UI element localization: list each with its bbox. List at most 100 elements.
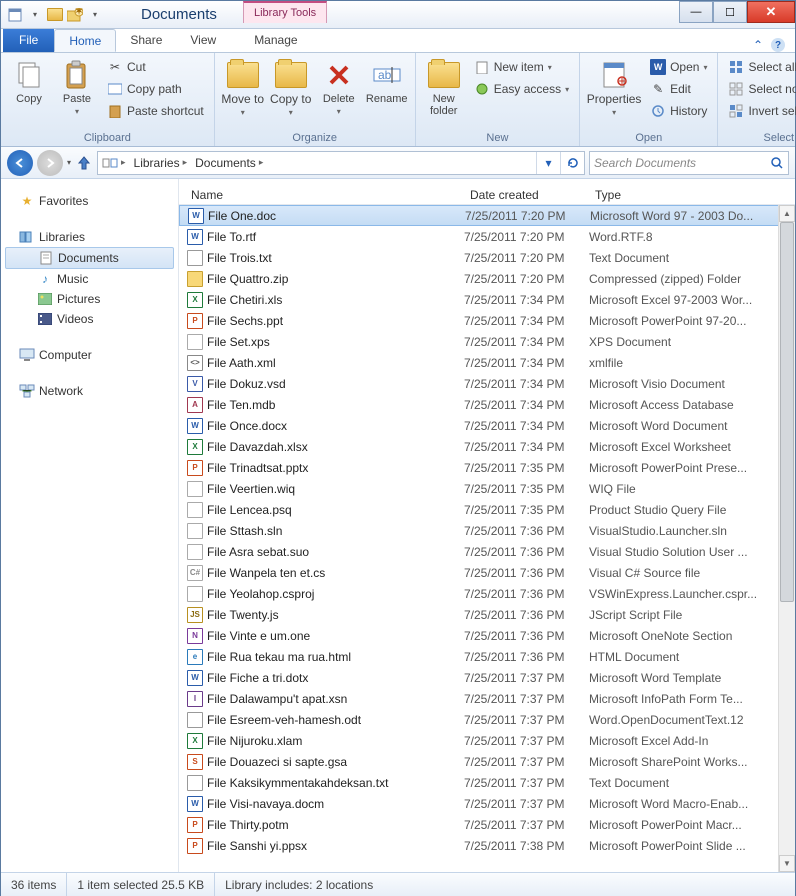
copy-button[interactable]: Copy xyxy=(7,55,51,105)
file-row[interactable]: WFile Fiche a tri.dotx7/25/2011 7:37 PMM… xyxy=(179,667,795,688)
scroll-up-button[interactable]: ▲ xyxy=(779,205,795,222)
file-row[interactable]: File Trois.txt7/25/2011 7:20 PMText Docu… xyxy=(179,247,795,268)
tree-videos[interactable]: Videos xyxy=(1,309,178,329)
col-type[interactable]: Type xyxy=(589,188,795,202)
file-date: 7/25/2011 7:34 PM xyxy=(464,356,589,370)
file-row[interactable]: XFile Davazdah.xlsx7/25/2011 7:34 PMMicr… xyxy=(179,436,795,457)
file-row[interactable]: WFile Visi-navaya.docm7/25/2011 7:37 PMM… xyxy=(179,793,795,814)
select-all-button[interactable]: Select all xyxy=(724,57,796,77)
view-tab[interactable]: View xyxy=(176,29,230,52)
file-row[interactable]: <>File Aath.xml7/25/2011 7:34 PMxmlfile xyxy=(179,352,795,373)
tree-favorites[interactable]: ★Favorites xyxy=(1,191,178,211)
file-row[interactable]: File Lencea.psq7/25/2011 7:35 PMProduct … xyxy=(179,499,795,520)
file-row[interactable]: PFile Thirty.potm7/25/2011 7:37 PMMicros… xyxy=(179,814,795,835)
up-button[interactable] xyxy=(75,152,93,174)
file-row[interactable]: JSFile Twenty.js7/25/2011 7:36 PMJScript… xyxy=(179,604,795,625)
file-row[interactable]: eFile Rua tekau ma rua.html7/25/2011 7:3… xyxy=(179,646,795,667)
search-icon[interactable] xyxy=(770,156,784,170)
help-icon[interactable]: ? xyxy=(771,38,785,52)
file-row[interactable]: PFile Sanshi yi.ppsx7/25/2011 7:38 PMMic… xyxy=(179,835,795,856)
file-row[interactable]: XFile Nijuroku.xlam7/25/2011 7:37 PMMicr… xyxy=(179,730,795,751)
copy-to-button[interactable]: Copy to ▾ xyxy=(269,55,313,118)
easy-access-button[interactable]: Easy access ▾ xyxy=(470,79,573,99)
file-row[interactable]: WFile To.rtf7/25/2011 7:20 PMWord.RTF.8 xyxy=(179,226,795,247)
file-tab[interactable]: File xyxy=(3,29,54,52)
close-button[interactable]: ✕ xyxy=(747,1,795,23)
col-date[interactable]: Date created xyxy=(464,188,589,202)
search-input[interactable]: Search Documents xyxy=(589,151,789,175)
invert-selection-button[interactable]: Invert selection xyxy=(724,101,796,121)
file-row[interactable]: File Veertien.wiq7/25/2011 7:35 PMWIQ Fi… xyxy=(179,478,795,499)
file-row[interactable]: PFile Trinadtsat.pptx7/25/2011 7:35 PMMi… xyxy=(179,457,795,478)
qat-dropdown2-icon[interactable]: ▾ xyxy=(87,7,103,23)
file-list[interactable]: WFile One.doc7/25/2011 7:20 PMMicrosoft … xyxy=(179,205,795,872)
moveto-label: Move to ▾ xyxy=(221,93,265,118)
file-row[interactable]: File Set.xps7/25/2011 7:34 PMXPS Documen… xyxy=(179,331,795,352)
tree-documents[interactable]: Documents xyxy=(5,247,174,269)
file-row[interactable]: File Yeolahop.csproj7/25/2011 7:36 PMVSW… xyxy=(179,583,795,604)
cut-button[interactable]: ✂Cut xyxy=(103,57,208,77)
share-tab[interactable]: Share xyxy=(116,29,176,52)
scroll-thumb[interactable] xyxy=(780,222,794,602)
manage-tab[interactable]: Manage xyxy=(240,29,311,52)
paste-shortcut-button[interactable]: Paste shortcut xyxy=(103,101,208,121)
file-row[interactable]: File Asra sebat.suo7/25/2011 7:36 PMVisu… xyxy=(179,541,795,562)
addr-documents[interactable]: Documents▸ xyxy=(191,152,267,174)
addr-dropdown-icon[interactable]: ▾ xyxy=(536,152,560,174)
col-name[interactable]: Name xyxy=(179,188,464,202)
file-row[interactable]: C#File Wanpela ten et.cs7/25/2011 7:36 P… xyxy=(179,562,795,583)
address-bar[interactable]: ▸ Libraries▸ Documents▸ ▾ xyxy=(97,151,585,175)
file-row[interactable]: SFile Douazeci si sapte.gsa7/25/2011 7:3… xyxy=(179,751,795,772)
open-button[interactable]: WOpen ▾ xyxy=(646,57,711,77)
file-row[interactable]: NFile Vinte e um.one7/25/2011 7:36 PMMic… xyxy=(179,625,795,646)
forward-button[interactable] xyxy=(37,150,63,176)
file-row[interactable]: IFile Dalawampu't apat.xsn7/25/2011 7:37… xyxy=(179,688,795,709)
file-row[interactable]: File Kaksikymmentakahdeksan.txt7/25/2011… xyxy=(179,772,795,793)
file-row[interactable]: WFile One.doc7/25/2011 7:20 PMMicrosoft … xyxy=(179,205,795,226)
minimize-button[interactable]: — xyxy=(679,1,713,23)
qat-dropdown-icon[interactable]: ▾ xyxy=(27,7,43,23)
qat-open-icon[interactable] xyxy=(47,7,63,23)
tree-pictures[interactable]: Pictures xyxy=(1,289,178,309)
history-dropdown-icon[interactable]: ▾ xyxy=(67,158,71,167)
back-button[interactable] xyxy=(7,150,33,176)
edit-button[interactable]: ✎Edit xyxy=(646,79,711,99)
copy-path-button[interactable]: Copy path xyxy=(103,79,208,99)
properties-button[interactable]: Properties▾ xyxy=(586,55,642,118)
qat-newfolder-icon[interactable]: ✶ xyxy=(67,7,83,23)
maximize-button[interactable]: ☐ xyxy=(713,1,747,23)
new-folder-button[interactable]: New folder xyxy=(422,55,466,117)
file-icon xyxy=(187,502,203,518)
file-date: 7/25/2011 7:37 PM xyxy=(464,797,589,811)
paste-button[interactable]: Paste ▾ xyxy=(55,55,99,116)
file-row[interactable]: File Quattro.zip7/25/2011 7:20 PMCompres… xyxy=(179,268,795,289)
file-row[interactable]: File Sttash.sln7/25/2011 7:36 PMVisualSt… xyxy=(179,520,795,541)
tree-network[interactable]: Network xyxy=(1,381,178,401)
scroll-down-button[interactable]: ▼ xyxy=(779,855,795,872)
file-row[interactable]: File Esreem-veh-hamesh.odt7/25/2011 7:37… xyxy=(179,709,795,730)
file-icon: P xyxy=(187,838,203,854)
refresh-button[interactable] xyxy=(560,152,584,174)
tree-computer[interactable]: Computer xyxy=(1,345,178,365)
select-none-button[interactable]: Select none xyxy=(724,79,796,99)
tree-libraries[interactable]: Libraries xyxy=(1,227,178,247)
home-tab[interactable]: Home xyxy=(54,29,116,52)
file-row[interactable]: XFile Chetiri.xls7/25/2011 7:34 PMMicros… xyxy=(179,289,795,310)
minimize-ribbon-icon[interactable]: ⌃ xyxy=(753,38,763,52)
file-date: 7/25/2011 7:36 PM xyxy=(464,608,589,622)
file-row[interactable]: AFile Ten.mdb7/25/2011 7:34 PMMicrosoft … xyxy=(179,394,795,415)
qat-properties-icon[interactable] xyxy=(7,7,23,23)
library-tools-tab[interactable]: Library Tools xyxy=(243,1,327,23)
tree-music[interactable]: ♪Music xyxy=(1,269,178,289)
addr-root-icon[interactable]: ▸ xyxy=(98,152,130,174)
file-row[interactable]: WFile Once.docx7/25/2011 7:34 PMMicrosof… xyxy=(179,415,795,436)
history-button[interactable]: History xyxy=(646,101,711,121)
scrollbar[interactable]: ▲ ▼ xyxy=(778,205,795,872)
addr-libraries[interactable]: Libraries▸ xyxy=(130,152,192,174)
move-to-button[interactable]: Move to ▾ xyxy=(221,55,265,118)
delete-button[interactable]: Delete▾ xyxy=(317,55,361,116)
rename-button[interactable]: abRename xyxy=(365,55,409,105)
new-item-button[interactable]: New item ▾ xyxy=(470,57,573,77)
file-row[interactable]: PFile Sechs.ppt7/25/2011 7:34 PMMicrosof… xyxy=(179,310,795,331)
file-row[interactable]: VFile Dokuz.vsd7/25/2011 7:34 PMMicrosof… xyxy=(179,373,795,394)
